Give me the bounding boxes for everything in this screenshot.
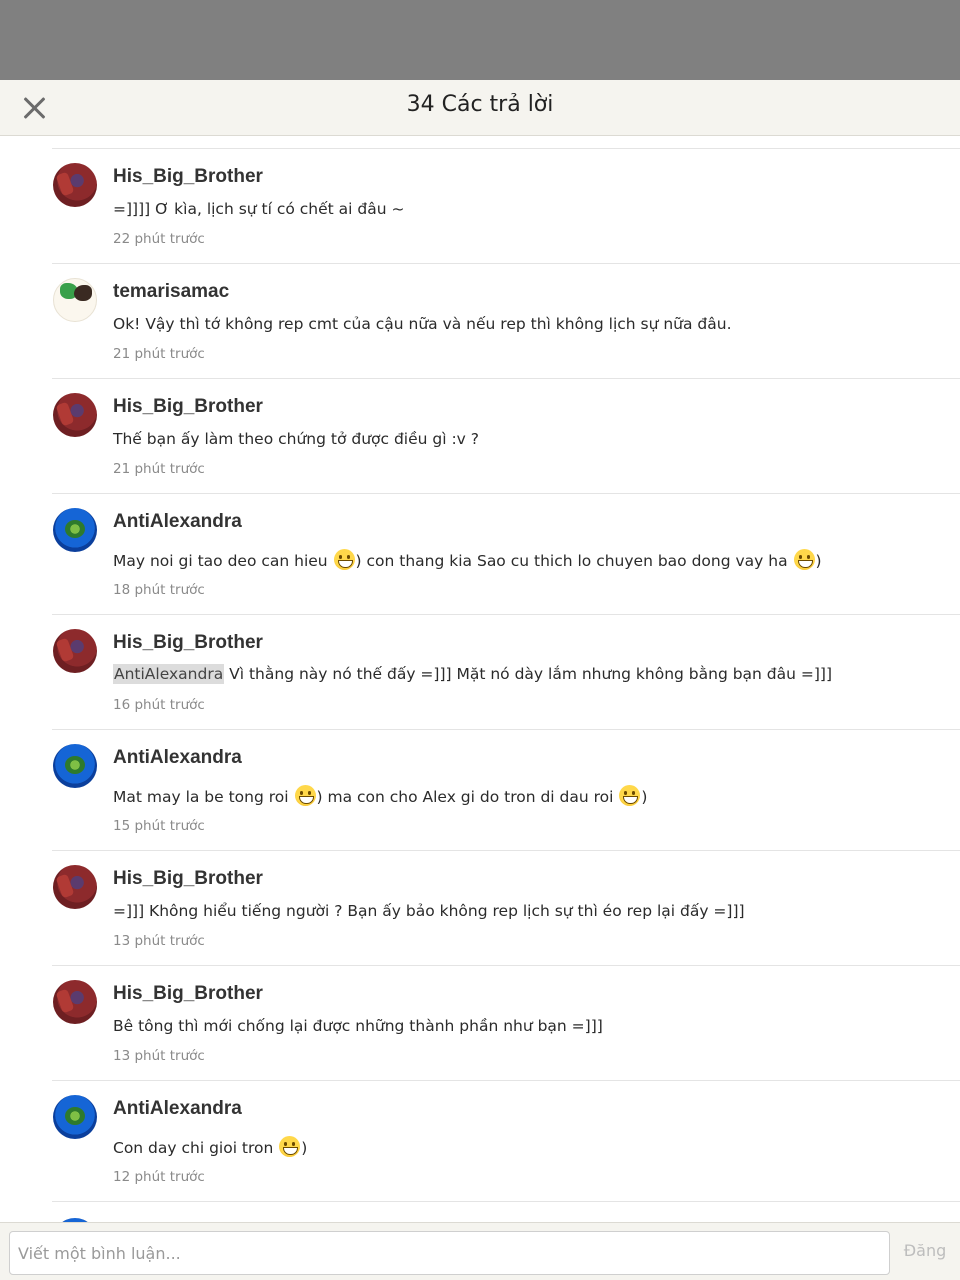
comment-item: temarisamac Ok! Vậy thì tớ không rep cmt… <box>52 264 960 379</box>
comment-username[interactable]: His_Big_Brother <box>113 632 263 654</box>
avatar[interactable] <box>53 163 97 207</box>
comment-text: Ok! Vậy thì tớ không rep cmt của cậu nữa… <box>113 315 732 333</box>
comment-timestamp: 21 phút trước <box>113 461 205 477</box>
comment-username[interactable]: AntiAlexandra <box>113 511 242 533</box>
avatar[interactable] <box>53 744 97 788</box>
replies-title: 34 Các trả lời <box>406 92 554 117</box>
comment-username[interactable]: AntiAlexandra <box>113 1098 242 1120</box>
grinning-face-emoji-icon <box>294 785 316 806</box>
comment-text: Con day chi gioi tron ) <box>113 1136 307 1157</box>
comment-item: His_Big_Brother Thế bạn ấy làm theo chứn… <box>52 379 960 494</box>
grinning-face-emoji-icon <box>793 549 815 570</box>
comment-username[interactable]: His_Big_Brother <box>113 983 263 1005</box>
comment-text: Bê tông thì mới chống lại được những thà… <box>113 1017 603 1035</box>
comment-text-part: Mat may la be tong roi <box>113 788 294 806</box>
avatar[interactable] <box>53 629 97 673</box>
comment-text: May noi gi tao deo can hieu ) con thang … <box>113 549 822 570</box>
replies-header: 34 Các trả lời <box>0 80 960 136</box>
comment-timestamp: 22 phút trước <box>113 231 205 247</box>
comment-username[interactable]: temarisamac <box>113 281 229 303</box>
avatar[interactable] <box>53 393 97 437</box>
comment-timestamp: 18 phút trước <box>113 582 205 598</box>
comment-item: AntiAlexandra Con day chi gioi tron ) 12… <box>52 1081 960 1202</box>
comment-item: His_Big_Brother AntiAlexandra Vì thằng n… <box>52 615 960 730</box>
comment-text: Mat may la be tong roi ) ma con cho Alex… <box>113 785 647 806</box>
avatar[interactable] <box>53 508 97 552</box>
comment-text-part: ) <box>815 552 822 570</box>
comment-composer: Đăng <box>0 1222 960 1280</box>
comment-username[interactable]: His_Big_Brother <box>113 396 263 418</box>
avatar[interactable] <box>53 278 97 322</box>
comment-text-part: ) con thang kia Sao cu thich lo chuyen b… <box>355 552 793 570</box>
comment-text: Thế bạn ấy làm theo chứng tở được điều g… <box>113 430 480 448</box>
comment-input[interactable] <box>9 1231 890 1275</box>
comment-timestamp: 12 phút trước <box>113 1169 205 1185</box>
comment-text: AntiAlexandra Vì thằng này nó thế đấy =]… <box>113 664 833 684</box>
avatar[interactable] <box>53 980 97 1024</box>
comment-text-part: May noi gi tao deo can hieu <box>113 552 333 570</box>
comment-text-part: ) ma con cho Alex gi do tron di dau roi <box>316 788 619 806</box>
comment-item: AntiAlexandra May noi gi tao deo can hie… <box>52 494 960 615</box>
grinning-face-emoji-icon <box>333 549 355 570</box>
dimmed-backdrop[interactable] <box>0 0 960 80</box>
comment-timestamp: 13 phút trước <box>113 933 205 949</box>
comment-timestamp: 15 phút trước <box>113 818 205 834</box>
avatar[interactable] <box>53 865 97 909</box>
replies-list[interactable]: His_Big_Brother =]]]] Ơ kìa, lịch sự tí … <box>0 136 960 1222</box>
comment-text: =]]]] Ơ kìa, lịch sự tí có chết ai đâu ~ <box>113 200 405 218</box>
comment-item: His_Big_Brother Bê tông thì mới chống lạ… <box>52 966 960 1081</box>
replies-sheet: 34 Các trả lời His_Big_Brother =]]]] Ơ k… <box>0 80 960 1280</box>
comment-item: His_Big_Brother =]]] Không hiểu tiếng ng… <box>52 851 960 966</box>
comment-text-part: ) <box>641 788 648 806</box>
comment-timestamp: 21 phút trước <box>113 346 205 362</box>
comment-username[interactable]: AntiAlexandra <box>113 747 242 769</box>
comment-item: AntiAlexandra Mat may la be tong roi ) m… <box>52 730 960 851</box>
avatar[interactable] <box>53 1095 97 1139</box>
mention-tag[interactable]: AntiAlexandra <box>113 664 225 684</box>
comment-text: =]]] Không hiểu tiếng người ? Bạn ấy bảo… <box>113 902 745 920</box>
comment-username[interactable]: His_Big_Brother <box>113 166 263 188</box>
comment-text-part: Vì thằng này nó thế đấy =]]] Mặt nó dày … <box>224 665 833 683</box>
comment-timestamp: 13 phút trước <box>113 1048 205 1064</box>
comment-text-part: ) <box>301 1139 308 1157</box>
comment-username[interactable]: His_Big_Brother <box>113 868 263 890</box>
grinning-face-emoji-icon <box>279 1136 301 1157</box>
grinning-face-emoji-icon <box>619 785 641 806</box>
comment-item: His_Big_Brother =]]]] Ơ kìa, lịch sự tí … <box>52 149 960 264</box>
comment-timestamp: 16 phút trước <box>113 697 205 713</box>
post-button[interactable]: Đăng <box>900 1241 950 1260</box>
comment-text-part: Con day chi gioi tron <box>113 1139 279 1157</box>
